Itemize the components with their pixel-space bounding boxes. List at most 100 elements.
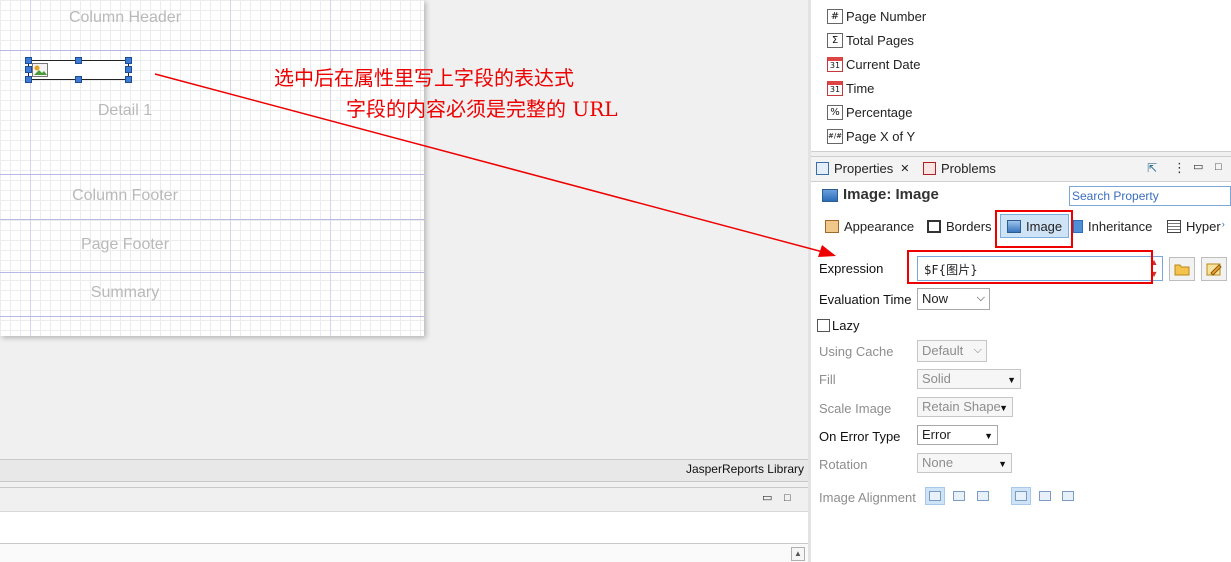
edit-expression-icon (1206, 263, 1222, 276)
resize-handle[interactable] (25, 76, 32, 83)
band-divider[interactable] (0, 174, 424, 175)
palette-item-label: Page X of Y (846, 128, 916, 144)
resize-handle[interactable] (25, 66, 32, 73)
dropdown-arrow-icon: ▼ (1007, 375, 1016, 385)
sigma-icon: Σ (827, 32, 843, 48)
palette-item-label: Time (846, 80, 875, 96)
tab-properties[interactable]: Properties ✕ (816, 161, 909, 176)
align-center-icon (953, 491, 965, 501)
borders-icon (927, 220, 941, 233)
jasperreports-library-tab[interactable]: JasperReports Library (686, 462, 804, 476)
align-bottom-button[interactable] (1058, 487, 1078, 505)
calendar-icon: 31 (827, 80, 843, 96)
image-element-icon (822, 189, 838, 202)
lazy-checkbox[interactable] (817, 319, 830, 332)
scroll-arrow-icon[interactable]: ▲ (791, 547, 805, 561)
search-property-input[interactable]: Search Property (1069, 186, 1231, 206)
align-right-button[interactable] (973, 487, 993, 505)
band-label-summary: Summary (90, 284, 160, 301)
band-label-column-footer: Column Footer (72, 187, 178, 204)
resize-handle[interactable] (75, 76, 82, 83)
align-top-button[interactable] (1011, 487, 1031, 505)
palette-panel: # Page Number Σ Total Pages 31 Current D… (811, 0, 1231, 152)
maximize-icon[interactable]: □ (784, 492, 791, 504)
horizontal-scrollbar[interactable]: ▲ (0, 543, 808, 562)
palette-item-page-x-of-y[interactable]: #/# Page X of Y (827, 126, 915, 146)
tab-appearance[interactable]: Appearance (825, 219, 914, 234)
lazy-label: Lazy (832, 318, 860, 333)
band-divider[interactable] (0, 50, 424, 51)
appearance-icon (825, 220, 839, 233)
resize-handle[interactable] (125, 57, 132, 64)
align-center-button[interactable] (949, 487, 969, 505)
band-divider[interactable] (0, 272, 424, 273)
open-folder-button[interactable] (1169, 257, 1195, 281)
image-alignment-label: Image Alignment (819, 490, 916, 505)
tab-problems[interactable]: Problems (923, 161, 996, 176)
palette-item-label: Page Number (846, 8, 927, 24)
expression-editor-button[interactable] (1201, 257, 1227, 281)
palette-item-time[interactable]: 31 Time (827, 78, 874, 98)
tab-inheritance[interactable]: Inheritance (1073, 219, 1152, 234)
page-x-of-y-icon: #/# (827, 128, 843, 144)
on-error-type-label: On Error Type (819, 429, 901, 444)
tab-hyperlink[interactable]: Hyper › (1167, 219, 1225, 234)
properties-panel: Properties ✕ Problems ⇱ ⋮ ▭ □ Image: Ima… (811, 156, 1231, 562)
palette-item-current-date[interactable]: 31 Current Date (827, 54, 920, 74)
palette-item-label: Total Pages (846, 32, 914, 48)
on-error-type-select[interactable]: Error ▼ (917, 425, 998, 445)
dropdown-arrow-icon: ▼ (984, 431, 993, 441)
palette-item-label: Percentage (846, 104, 913, 120)
align-top-icon (1015, 491, 1027, 501)
band-label-column-header: Column Header (68, 9, 182, 26)
maximize-icon[interactable]: □ (1215, 161, 1222, 173)
align-middle-button[interactable] (1035, 487, 1055, 505)
evaluation-time-label: Evaluation Time (819, 292, 912, 307)
dropdown-arrow-icon: ▼ (999, 403, 1008, 413)
align-right-icon (977, 491, 989, 501)
resize-handle[interactable] (75, 57, 82, 64)
close-icon[interactable]: ✕ (900, 162, 909, 175)
properties-title-row: Image: Image Search Property (811, 184, 1231, 208)
report-page[interactable]: Column Header Detail 1 Column Footer Pag… (0, 0, 424, 336)
pin-icon[interactable]: ⇱ (1147, 161, 1157, 175)
bottom-panel: ▭ □ ▲ (0, 487, 808, 562)
inheritance-icon (1073, 220, 1083, 233)
image-placeholder-icon (32, 63, 48, 77)
properties-title: Image: Image (843, 186, 939, 203)
hash-icon: # (827, 8, 843, 24)
rotation-select[interactable]: None ▼ (917, 453, 1012, 473)
fill-select[interactable]: Solid ▼ (917, 369, 1021, 389)
fill-label: Fill (819, 372, 836, 387)
band-divider[interactable] (0, 219, 424, 220)
band-divider[interactable] (0, 316, 424, 317)
minimize-icon[interactable]: ▭ (762, 491, 772, 504)
palette-item-page-number[interactable]: # Page Number (827, 6, 926, 26)
chevron-down-icon: ⌵ (973, 344, 982, 356)
align-left-button[interactable] (925, 487, 945, 505)
annotation-highlight-image-tab (995, 210, 1073, 248)
bottom-panel-header: ▭ □ (0, 488, 808, 512)
palette-item-percentage[interactable]: % Percentage (827, 102, 913, 122)
resize-handle[interactable] (125, 66, 132, 73)
dropdown-arrow-icon: ▼ (998, 459, 1007, 469)
expression-label: Expression (819, 261, 884, 276)
view-menu-icon[interactable]: ⋮ (1173, 160, 1186, 176)
scale-image-label: Scale Image (819, 401, 892, 416)
align-left-icon (929, 491, 941, 501)
palette-item-total-pages[interactable]: Σ Total Pages (827, 30, 914, 50)
align-middle-icon (1039, 491, 1051, 501)
band-label-detail: Detail 1 (97, 102, 153, 119)
using-cache-select[interactable]: Default ⌵ (917, 340, 987, 362)
view-tabs: Properties ✕ Problems ⇱ ⋮ ▭ □ (811, 157, 1231, 182)
report-designer-canvas[interactable]: Column Header Detail 1 Column Footer Pag… (0, 0, 808, 458)
scale-image-select[interactable]: Retain Shape ▼ (917, 397, 1013, 417)
resize-handle[interactable] (25, 57, 32, 64)
more-tabs-icon[interactable]: › (1222, 219, 1225, 229)
calendar-icon: 31 (827, 56, 843, 72)
evaluation-time-select[interactable]: Now ⌵ (917, 288, 990, 310)
tab-borders[interactable]: Borders (927, 219, 992, 234)
resize-handle[interactable] (125, 76, 132, 83)
minimize-icon[interactable]: ▭ (1193, 160, 1203, 173)
problems-icon (923, 162, 936, 175)
